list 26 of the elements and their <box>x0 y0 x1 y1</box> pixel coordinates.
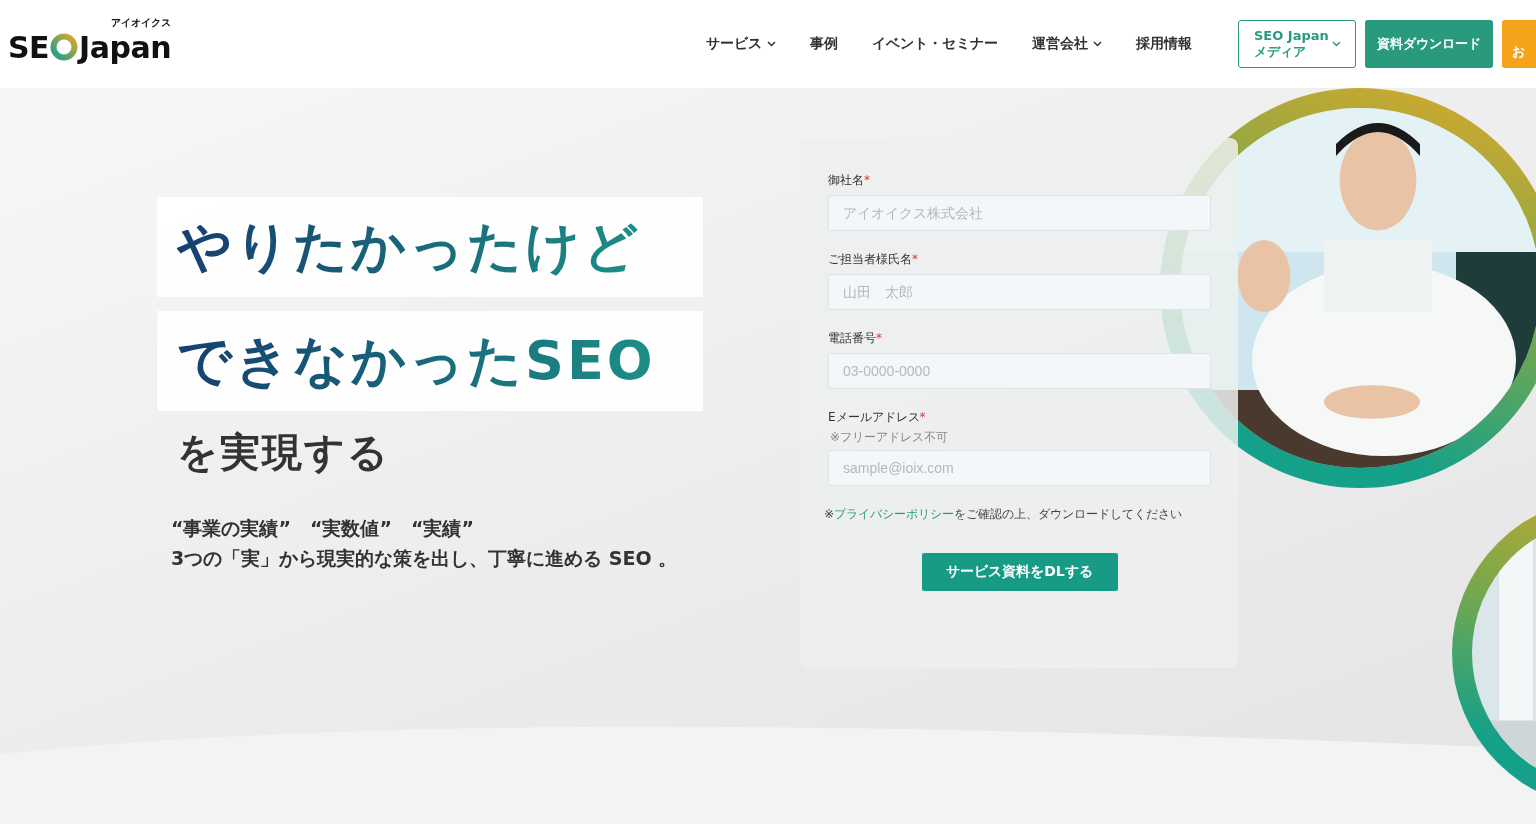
chevron-down-icon <box>1093 41 1102 47</box>
field-note: ※フリーアドレス不可 <box>830 429 950 446</box>
lead-text: 3つの「実」から現実的な策を出し、丁寧に進める SEO 。 <box>171 546 679 571</box>
field-label: ご担当者様氏名* <box>828 251 919 268</box>
chevron-down-icon <box>767 41 776 47</box>
nav-link[interactable]: 運営会社 <box>1032 35 1102 53</box>
input-field[interactable]: 山田 太郎 <box>828 274 1211 310</box>
nav-link[interactable]: 事例 <box>810 35 838 53</box>
logo-kana: アイオイクス <box>111 15 172 30</box>
chevron-down-icon <box>1332 41 1341 47</box>
field-label: Eメールアドレス* <box>828 409 927 426</box>
nav-link[interactable]: 採用情報 <box>1136 35 1192 53</box>
subheadline: を実現する <box>177 428 391 477</box>
input-field[interactable]: アイオイクス株式会社 <box>828 195 1211 231</box>
nav-link[interactable]: イベント・セミナー <box>872 35 998 53</box>
lead-text: “事業の実績” “実数値” “実績” <box>171 516 475 541</box>
privacy-note: ※プライバシーポリシーをご確認の上、ダウンロードしてください <box>824 506 1184 523</box>
field-label: 御社名* <box>828 172 871 189</box>
input-field[interactable]: sample@ioix.com <box>828 450 1211 486</box>
input-field[interactable]: 03-0000-0000 <box>828 353 1211 389</box>
logo-text[interactable]: SE <box>8 29 50 65</box>
media-button[interactable]: SEO Japan メディア <box>1238 20 1356 68</box>
ring-icon <box>50 33 79 61</box>
nav-link[interactable]: サービス <box>706 35 776 53</box>
logo-text[interactable]: Japan <box>79 29 172 65</box>
field-label: 電話番号* <box>828 330 883 347</box>
